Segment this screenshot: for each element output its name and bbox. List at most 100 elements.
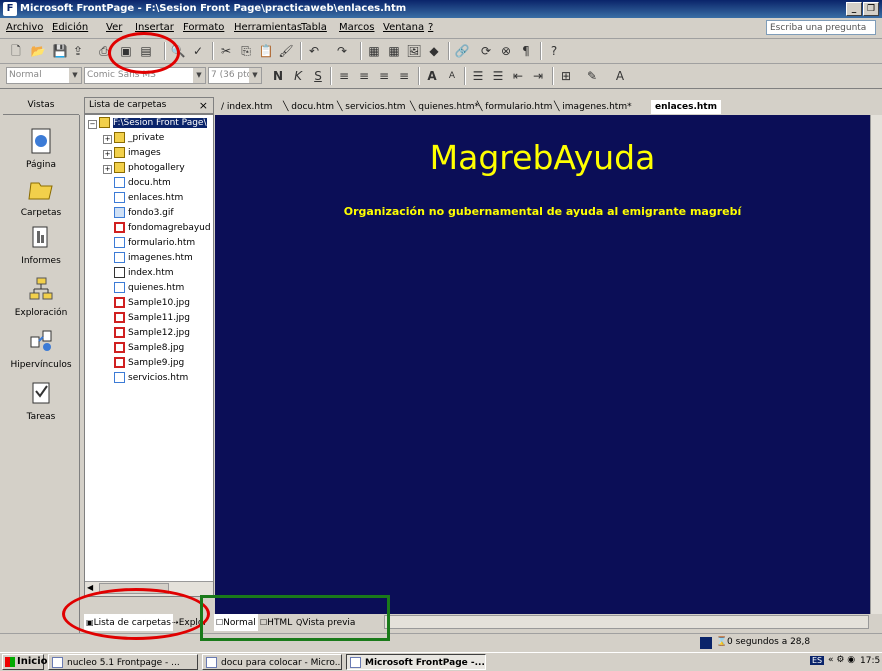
scroll-left-icon[interactable]: ◀ <box>87 583 93 592</box>
expand-icon[interactable]: + <box>103 165 112 174</box>
show-all-icon[interactable]: ¶ <box>518 43 534 59</box>
page-editor[interactable] <box>215 115 870 614</box>
refresh-icon[interactable]: ⟳ <box>478 43 494 59</box>
hyperlink-icon[interactable]: 🔗 <box>454 43 470 59</box>
tab-quienes[interactable]: ╲ quienes.htm* <box>410 100 479 114</box>
tree-file[interactable]: Sample10.jpg <box>114 296 190 311</box>
font-size-combo[interactable]: 7 (36 pto ▼ <box>208 67 262 84</box>
editor-vertical-scrollbar[interactable] <box>870 115 882 630</box>
web-component-icon[interactable]: ▦ <box>366 43 382 59</box>
menu-insertar[interactable]: Insertar <box>135 22 174 33</box>
view-tasks[interactable]: Tareas <box>3 379 79 422</box>
tree-file[interactable]: enlaces.htm <box>114 191 183 206</box>
tree-folder[interactable]: + photogallery <box>103 161 185 176</box>
minimize-button[interactable]: _ <box>846 2 862 16</box>
publish-icon[interactable]: ⇪ <box>70 43 86 59</box>
tab-docu[interactable]: ╲ docu.htm <box>283 100 334 114</box>
decrease-font-icon[interactable]: A <box>444 68 460 84</box>
view-folders[interactable]: Carpetas <box>3 175 79 218</box>
restore-button[interactable]: ❐ <box>863 2 879 16</box>
view-hyperlinks[interactable]: Hipervínculos <box>3 327 79 370</box>
insert-table-icon[interactable]: ▦ <box>386 43 402 59</box>
tree-folder[interactable]: + _private <box>103 131 164 146</box>
menu-ventana[interactable]: Ventana <box>383 22 424 33</box>
print-preview-icon[interactable]: 🔍 <box>170 43 186 59</box>
tab-folder-list[interactable]: ▣Lista de carpetas <box>84 614 173 631</box>
font-color-icon[interactable]: A <box>612 68 628 84</box>
help-icon[interactable]: ? <box>546 43 562 59</box>
tree-file[interactable]: fondo3.gif <box>114 206 174 221</box>
menu-edicion[interactable]: Edición <box>52 22 88 33</box>
increase-font-icon[interactable]: A <box>424 68 440 84</box>
expand-icon[interactable]: + <box>103 135 112 144</box>
start-button[interactable]: Inicio <box>2 654 48 670</box>
menu-ver[interactable]: Ver <box>106 22 122 33</box>
font-combo[interactable]: Comic Sans MS ▼ <box>84 67 206 84</box>
tree-root[interactable]: − F:\Sesion Front Page\ <box>88 116 207 131</box>
underline-icon[interactable]: S <box>310 68 326 84</box>
tab-servicios[interactable]: ╲ servicios.htm <box>337 100 406 114</box>
save-icon[interactable]: 💾 <box>52 43 68 59</box>
bold-icon[interactable]: N <box>270 68 286 84</box>
editor-horizontal-scrollbar[interactable] <box>384 615 869 629</box>
drawing-icon[interactable]: ◆ <box>426 43 442 59</box>
close-icon[interactable]: × <box>199 98 208 113</box>
stop-icon[interactable]: ⊗ <box>498 43 514 59</box>
style-combo[interactable]: Normal ▼ <box>6 67 82 84</box>
print-icon[interactable]: ⎙ <box>96 43 112 59</box>
tab-imagenes[interactable]: ╲ imagenes.htm* <box>554 100 632 114</box>
task-nucleo[interactable]: nucleo 5.1 Frontpage - ... <box>48 654 198 670</box>
new-page-icon[interactable]: 🗋 <box>8 43 24 59</box>
menu-herramientas[interactable]: Herramientas <box>234 22 302 33</box>
spelling-icon[interactable]: ✓ <box>190 43 206 59</box>
increase-indent-icon[interactable]: ⇥ <box>530 68 546 84</box>
tab-formulario[interactable]: ╲ formulario.htm <box>477 100 552 114</box>
open-icon[interactable]: 📂 <box>30 43 46 59</box>
tree-file[interactable]: servicios.htm <box>114 371 188 386</box>
task-frontpage[interactable]: Microsoft FrontPage -... <box>346 654 486 670</box>
view-page[interactable]: Página <box>3 127 79 170</box>
folder-horizontal-scrollbar[interactable]: ◀ <box>85 581 213 596</box>
redo-icon[interactable]: ↷ <box>334 43 350 59</box>
italic-icon[interactable]: K <box>290 68 306 84</box>
menu-help[interactable]: ? <box>428 22 433 33</box>
ask-question-input[interactable]: Escriba una pregunta <box>766 20 876 35</box>
align-left-icon[interactable]: ≡ <box>336 68 352 84</box>
view-reports[interactable]: Informes <box>3 223 79 266</box>
copy-icon[interactable]: ⎘ <box>238 43 254 59</box>
tree-file[interactable]: Sample12.jpg <box>114 326 190 341</box>
task-docu[interactable]: docu para colocar - Micro... <box>202 654 342 670</box>
paste-icon[interactable]: 📋 <box>258 43 274 59</box>
scroll-thumb[interactable] <box>99 583 169 594</box>
views-pane-icon[interactable]: ▤ <box>138 43 154 59</box>
tree-file[interactable]: Sample8.jpg <box>114 341 184 356</box>
cut-icon[interactable]: ✂ <box>218 43 234 59</box>
menu-formato[interactable]: Formato <box>183 22 224 33</box>
tree-file[interactable]: quienes.htm <box>114 281 184 296</box>
tab-enlaces[interactable]: enlaces.htm <box>651 100 721 114</box>
align-right-icon[interactable]: ≡ <box>376 68 392 84</box>
tree-file[interactable]: Sample11.jpg <box>114 311 190 326</box>
language-indicator[interactable]: ES <box>810 656 825 665</box>
format-painter-icon[interactable]: 🖌 <box>278 43 294 59</box>
numbered-list-icon[interactable]: ☰ <box>470 68 486 84</box>
undo-icon[interactable]: ↶ <box>306 43 322 59</box>
menu-tabla[interactable]: Tabla <box>301 22 327 33</box>
tree-file[interactable]: index.htm <box>114 266 173 281</box>
bulleted-list-icon[interactable]: ☰ <box>490 68 506 84</box>
menu-archivo[interactable]: Archivo <box>6 22 43 33</box>
align-center-icon[interactable]: ≡ <box>356 68 372 84</box>
expand-icon[interactable]: + <box>103 150 112 159</box>
tab-index[interactable]: / index.htm <box>221 100 272 114</box>
borders-icon[interactable]: ⊞ <box>558 68 574 84</box>
tree-file[interactable]: fondomagrebayud <box>114 221 211 236</box>
toggle-pane-icon[interactable]: ▣ <box>118 43 134 59</box>
tree-file[interactable]: Sample9.jpg <box>114 356 184 371</box>
justify-icon[interactable]: ≡ <box>396 68 412 84</box>
tree-file[interactable]: formulario.htm <box>114 236 195 251</box>
tree-folder[interactable]: + images <box>103 146 161 161</box>
menu-marcos[interactable]: Marcos <box>339 22 374 33</box>
tree-file[interactable]: imagenes.htm <box>114 251 193 266</box>
decrease-indent-icon[interactable]: ⇤ <box>510 68 526 84</box>
collapse-icon[interactable]: − <box>88 120 97 129</box>
